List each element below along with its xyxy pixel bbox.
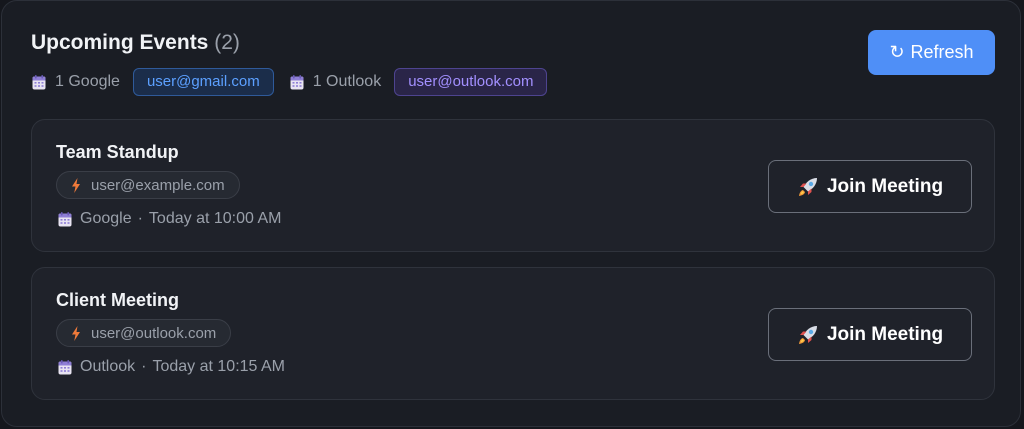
refresh-icon: ↻ (889, 42, 905, 62)
organizer-chip: user@outlook.com (56, 319, 232, 347)
calendar-icon (58, 212, 72, 227)
calendar-icon (58, 360, 72, 375)
organizer-email: user@outlook.com (91, 324, 217, 342)
connected-accounts: 1 Google user@gmail.com 1 Outlook user@o… (32, 68, 563, 96)
organizer-email: user@example.com (91, 176, 225, 194)
event-time: Today at 10:00 AM (148, 210, 282, 227)
event-card: Team Standup user@example.com Google · T… (31, 119, 995, 252)
rocket-icon (797, 176, 819, 198)
event-provider: Outlook (80, 358, 136, 375)
join-meeting-label: Join Meeting (826, 323, 944, 345)
rocket-icon (797, 324, 819, 346)
event-count: (2) (214, 31, 240, 54)
refresh-label: Refresh (910, 42, 974, 62)
event-time: Today at 10:15 AM (152, 358, 285, 375)
event-title: Client Meeting (56, 290, 180, 310)
title-text: Upcoming Events (31, 31, 209, 54)
outlook-account-count: 1 Outlook (312, 73, 382, 90)
organizer-chip: user@example.com (56, 171, 240, 199)
outlook-account-chip: user@outlook.com (394, 68, 548, 96)
event-card: Client Meeting user@outlook.com Outlook … (31, 267, 995, 400)
event-provider: Google (80, 210, 132, 227)
page-title: Upcoming Events (2) (31, 31, 240, 55)
join-meeting-button[interactable]: Join Meeting (768, 308, 972, 361)
event-meta: Google · Today at 10:00 AM (58, 210, 281, 228)
meta-separator: · (137, 210, 143, 227)
bolt-icon (71, 326, 81, 341)
bolt-icon (71, 178, 81, 193)
calendar-icon (290, 75, 304, 90)
join-meeting-label: Join Meeting (826, 175, 944, 197)
join-meeting-button[interactable]: Join Meeting (768, 160, 972, 213)
refresh-button[interactable]: ↻ Refresh (868, 30, 995, 75)
event-meta: Outlook · Today at 10:15 AM (58, 358, 285, 376)
google-account-chip: user@gmail.com (132, 68, 274, 96)
event-title: Team Standup (56, 142, 179, 162)
meta-separator: · (141, 358, 147, 375)
calendar-icon (32, 75, 46, 90)
upcoming-events-panel: Upcoming Events (2) 1 Google user@gmail.… (1, 0, 1021, 427)
google-account-count: 1 Google (55, 73, 120, 90)
